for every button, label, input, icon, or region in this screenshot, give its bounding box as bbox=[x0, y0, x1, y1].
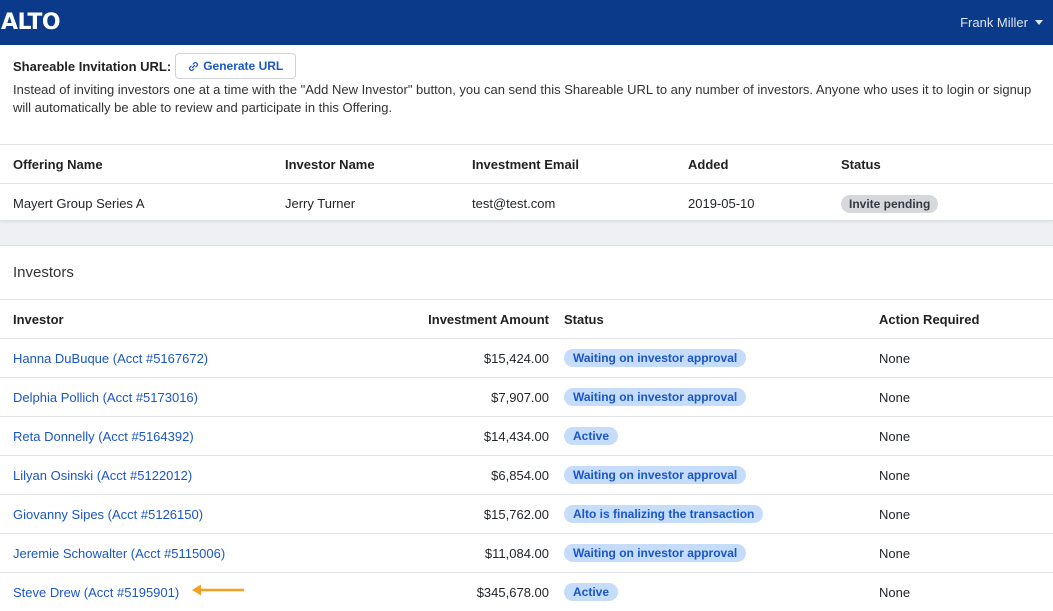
status-badge: Waiting on investor approval bbox=[564, 349, 747, 367]
investor-link[interactable]: Giovanny Sipes (Acct #5126150) bbox=[13, 507, 203, 522]
table-row: Lilyan Osinski (Acct #5122012) $6,854.00 W… bbox=[0, 456, 1053, 495]
table-row: Mayert Group Series A Jerry Turner test@… bbox=[0, 184, 1053, 223]
status-cell: Waiting on investor approval bbox=[564, 456, 747, 494]
table-row: Giovanny Sipes (Acct #5126150) $15,762.00… bbox=[0, 495, 1053, 534]
link-icon bbox=[189, 61, 199, 71]
investor-cell: Jeremie Schowalter (Acct #5115006) bbox=[13, 534, 225, 572]
table-row: Delphia Pollich (Acct #5173016) $7,907.00… bbox=[0, 378, 1053, 417]
investor-cell: Giovanny Sipes (Acct #5126150) bbox=[13, 495, 203, 533]
share-url-label: Shareable Invitation URL: bbox=[13, 58, 172, 74]
investor-cell: Lilyan Osinski (Acct #5122012) bbox=[13, 456, 192, 494]
user-menu[interactable]: Frank Miller bbox=[960, 15, 1053, 30]
investor-link[interactable]: Hanna DuBuque (Acct #5167672) bbox=[13, 351, 208, 366]
action-required: None bbox=[879, 467, 911, 483]
status-badge: Waiting on investor approval bbox=[564, 544, 747, 562]
investor-cell: Reta Donnelly (Acct #5164392) bbox=[13, 417, 194, 455]
app-logo[interactable]: ALTO bbox=[0, 10, 61, 35]
invitation-card: Shareable Invitation URL: Generate URL I… bbox=[0, 45, 1053, 221]
investor-cell: Delphia Pollich (Acct #5173016) bbox=[13, 378, 198, 416]
investment-amount: $15,762.00 bbox=[483, 506, 549, 522]
column-header: Status bbox=[564, 311, 604, 327]
investors-table: Investor Investment Amount Status Action… bbox=[0, 299, 1053, 611]
column-header: Investor bbox=[13, 311, 64, 327]
investment-amount: $14,434.00 bbox=[483, 428, 549, 444]
arrow-left-icon bbox=[192, 584, 245, 596]
investor-cell: Hanna DuBuque (Acct #5167672) bbox=[13, 339, 208, 377]
investors-header-row: Investor Investment Amount Status Action… bbox=[0, 300, 1053, 339]
column-header: Status bbox=[841, 156, 881, 172]
action-required: None bbox=[879, 545, 911, 561]
action-required: None bbox=[879, 428, 911, 444]
share-url-description: Instead of inviting investors one at a t… bbox=[13, 82, 1032, 115]
column-header: Added bbox=[688, 156, 729, 172]
column-header: Investment Email bbox=[472, 156, 579, 172]
offering-name: Mayert Group Series A bbox=[13, 196, 145, 211]
status-badge: Invite pending bbox=[841, 194, 939, 213]
action-required: None bbox=[879, 506, 911, 522]
investor-link[interactable]: Jeremie Schowalter (Acct #5115006) bbox=[13, 546, 225, 561]
action-required: None bbox=[879, 350, 911, 366]
generate-url-label: Generate URL bbox=[203, 59, 284, 73]
status-cell: Alto is finalizing the transaction bbox=[564, 495, 764, 533]
status-cell: Active bbox=[564, 417, 619, 455]
table-row: Hanna DuBuque (Acct #5167672) $15,424.00 W… bbox=[0, 339, 1053, 378]
invites-table: Offering Name Investor Name Investment E… bbox=[0, 144, 1053, 223]
caret-down-icon bbox=[1035, 20, 1043, 25]
added-date: 2019-05-10 bbox=[688, 196, 755, 211]
investor-cell: Steve Drew (Acct #5195901) bbox=[13, 573, 179, 611]
investment-amount: $6,854.00 bbox=[491, 467, 549, 483]
invites-header-row: Offering Name Investor Name Investment E… bbox=[0, 145, 1053, 184]
share-url-row: Shareable Invitation URL: Generate URL bbox=[13, 53, 297, 79]
status-badge: Waiting on investor approval bbox=[564, 388, 747, 406]
investor-link[interactable]: Reta Donnelly (Acct #5164392) bbox=[13, 429, 194, 444]
investment-amount: $7,907.00 bbox=[491, 389, 549, 405]
investors-title: Investors bbox=[13, 264, 74, 281]
investment-email: test@test.com bbox=[472, 196, 556, 211]
column-header: Action Required bbox=[879, 311, 980, 327]
investor-name: Jerry Turner bbox=[285, 196, 356, 211]
column-header: Offering Name bbox=[13, 156, 103, 172]
status-badge: Active bbox=[564, 583, 619, 601]
status-cell: Waiting on investor approval bbox=[564, 534, 747, 572]
user-name: Frank Miller bbox=[960, 15, 1028, 30]
action-required: None bbox=[879, 584, 911, 600]
investment-amount: $15,424.00 bbox=[483, 350, 549, 366]
status-cell: Invite pending bbox=[841, 184, 939, 223]
table-row: Reta Donnelly (Acct #5164392) $14,434.00 A… bbox=[0, 417, 1053, 456]
table-row: Steve Drew (Acct #5195901) $345,678.00 Act… bbox=[0, 573, 1053, 611]
status-badge: Alto is finalizing the transaction bbox=[564, 505, 764, 523]
investors-card: Investors Investor Investment Amount Sta… bbox=[0, 245, 1053, 611]
table-row: Jeremie Schowalter (Acct #5115006) $11,08… bbox=[0, 534, 1053, 573]
investor-link[interactable]: Lilyan Osinski (Acct #5122012) bbox=[13, 468, 192, 483]
column-header: Investor Name bbox=[285, 156, 375, 172]
top-navbar: ALTO Frank Miller bbox=[0, 0, 1053, 45]
investor-rows: Hanna DuBuque (Acct #5167672) $15,424.00 W… bbox=[0, 339, 1053, 611]
status-badge: Active bbox=[564, 427, 619, 445]
status-cell: Waiting on investor approval bbox=[564, 339, 747, 377]
investment-amount: $345,678.00 bbox=[476, 584, 549, 600]
status-cell: Active bbox=[564, 573, 619, 611]
generate-url-button[interactable]: Generate URL bbox=[175, 53, 297, 79]
status-badge: Waiting on investor approval bbox=[564, 466, 747, 484]
action-required: None bbox=[879, 389, 911, 405]
column-header: Investment Amount bbox=[428, 311, 549, 327]
investor-link[interactable]: Steve Drew (Acct #5195901) bbox=[13, 585, 179, 600]
investor-link[interactable]: Delphia Pollich (Acct #5173016) bbox=[13, 390, 198, 405]
status-cell: Waiting on investor approval bbox=[564, 378, 747, 416]
investment-amount: $11,084.00 bbox=[484, 545, 549, 561]
